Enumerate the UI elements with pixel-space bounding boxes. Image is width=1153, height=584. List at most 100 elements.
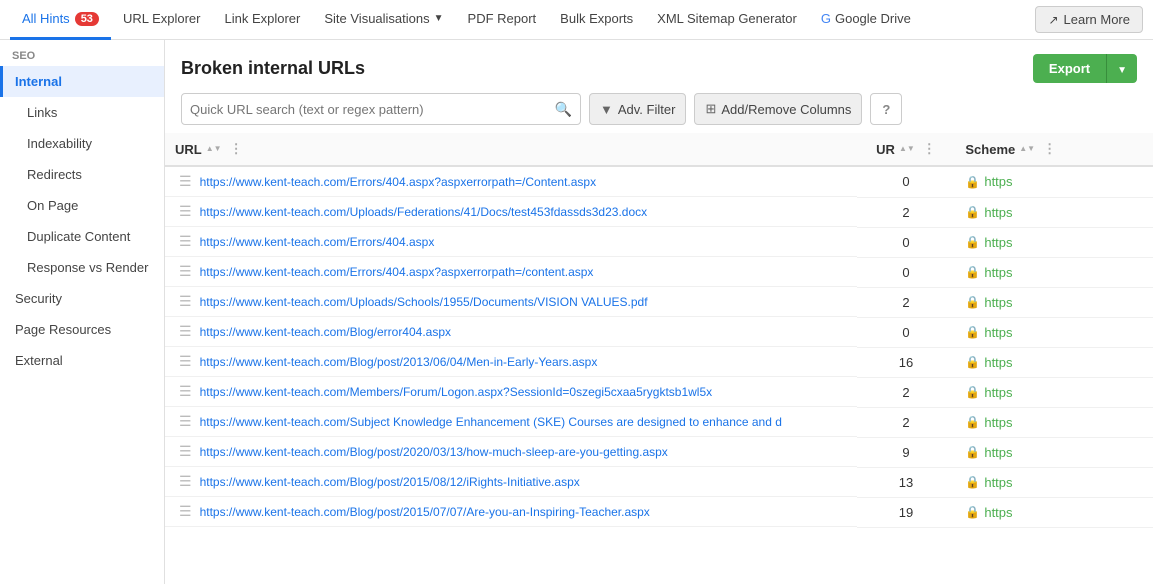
table-row: ☰ https://www.kent-teach.com/Errors/404.… — [165, 257, 1153, 287]
scheme-cell: 🔒 https — [955, 467, 1153, 497]
lock-icon: 🔒 — [965, 235, 980, 249]
sidebar-item-indexability[interactable]: Indexability — [0, 128, 164, 159]
row-menu-icon[interactable]: ☰ — [175, 173, 196, 190]
url-col-menu[interactable]: ⋮ — [230, 141, 243, 157]
col-header-scheme: Scheme ▲▼ ⋮ — [955, 133, 1153, 166]
sidebar-item-response-vs-render[interactable]: Response vs Render — [0, 252, 164, 283]
learn-more-label: Learn More — [1064, 12, 1130, 27]
tab-url-explorer[interactable]: URL Explorer — [111, 0, 213, 40]
row-menu-icon[interactable]: ☰ — [175, 443, 196, 460]
links-label: Links — [27, 105, 57, 120]
bulk-exports-label: Bulk Exports — [560, 11, 633, 26]
sort-icon-ur[interactable]: ▲▼ — [899, 145, 915, 153]
scheme-cell: 🔒 https — [955, 497, 1153, 527]
lock-icon: 🔒 — [965, 445, 980, 459]
url-value[interactable]: https://www.kent-teach.com/Uploads/Schoo… — [200, 295, 648, 309]
row-menu-icon[interactable]: ☰ — [175, 413, 196, 430]
tab-pdf-report[interactable]: PDF Report — [456, 0, 549, 40]
site-visualisations-label: Site Visualisations — [324, 11, 429, 26]
url-value[interactable]: https://www.kent-teach.com/Blog/post/201… — [200, 355, 598, 369]
url-value[interactable]: https://www.kent-teach.com/Uploads/Feder… — [200, 205, 648, 219]
adv-filter-button[interactable]: ▼ Adv. Filter — [589, 93, 686, 125]
url-value[interactable]: https://www.kent-teach.com/Blog/post/201… — [200, 475, 580, 489]
row-menu-icon[interactable]: ☰ — [175, 353, 196, 370]
url-cell: ☰ https://www.kent-teach.com/Errors/404.… — [165, 257, 857, 287]
export-button[interactable]: Export — [1033, 54, 1106, 83]
pdf-report-label: PDF Report — [468, 11, 537, 26]
search-input[interactable] — [190, 102, 551, 117]
url-value[interactable]: https://www.kent-teach.com/Blog/post/202… — [200, 445, 668, 459]
top-navigation: All Hints 53 URL Explorer Link Explorer … — [0, 0, 1153, 40]
url-cell: ☰ https://www.kent-teach.com/Blog/error4… — [165, 317, 857, 347]
add-remove-columns-label: Add/Remove Columns — [721, 102, 851, 117]
row-menu-icon[interactable]: ☰ — [175, 473, 196, 490]
tab-google-drive[interactable]: G Google Drive — [809, 0, 923, 40]
learn-more-button[interactable]: ↗ Learn More — [1035, 6, 1143, 33]
row-menu-icon[interactable]: ☰ — [175, 293, 196, 310]
sidebar-item-duplicate-content[interactable]: Duplicate Content — [0, 221, 164, 252]
lock-icon: 🔒 — [965, 205, 980, 219]
search-box: 🔍 — [181, 93, 581, 125]
url-cell: ☰ https://www.kent-teach.com/Uploads/Sch… — [165, 287, 857, 317]
row-menu-icon[interactable]: ☰ — [175, 323, 196, 340]
lock-icon: 🔒 — [965, 475, 980, 489]
sort-icon-scheme[interactable]: ▲▼ — [1019, 145, 1035, 153]
sidebar-item-external[interactable]: External — [0, 345, 164, 376]
chevron-down-icon: ▼ — [1117, 65, 1127, 76]
tab-bulk-exports[interactable]: Bulk Exports — [548, 0, 645, 40]
row-menu-icon[interactable]: ☰ — [175, 263, 196, 280]
scheme-value: https — [984, 505, 1012, 520]
add-remove-columns-button[interactable]: ⊞ Add/Remove Columns — [694, 93, 862, 125]
export-button-group: Export ▼ — [1033, 54, 1137, 83]
url-value[interactable]: https://www.kent-teach.com/Members/Forum… — [200, 385, 713, 399]
sidebar-section-seo: SEO — [0, 40, 164, 66]
table-row: ☰ https://www.kent-teach.com/Members/For… — [165, 377, 1153, 407]
tab-site-visualisations[interactable]: Site Visualisations ▼ — [312, 0, 455, 40]
row-menu-icon[interactable]: ☰ — [175, 203, 196, 220]
security-label: Security — [15, 291, 62, 306]
search-icon[interactable]: 🔍 — [555, 101, 572, 118]
export-dropdown-button[interactable]: ▼ — [1106, 54, 1137, 83]
col-header-ur: UR ▲▼ ⋮ — [857, 133, 956, 166]
url-value[interactable]: https://www.kent-teach.com/Subject Knowl… — [200, 415, 782, 429]
scheme-value: https — [984, 385, 1012, 400]
data-table: URL ▲▼ ⋮ UR ▲▼ ⋮ — [165, 133, 1153, 528]
ur-col-menu[interactable]: ⋮ — [923, 141, 936, 157]
row-menu-icon[interactable]: ☰ — [175, 503, 196, 520]
url-value[interactable]: https://www.kent-teach.com/Blog/error404… — [200, 325, 451, 339]
sidebar-item-internal[interactable]: Internal — [0, 66, 164, 97]
url-cell: ☰ https://www.kent-teach.com/Subject Kno… — [165, 407, 857, 437]
url-value[interactable]: https://www.kent-teach.com/Errors/404.as… — [200, 175, 597, 189]
url-cell: ☰ https://www.kent-teach.com/Blog/post/2… — [165, 497, 857, 527]
url-value[interactable]: https://www.kent-teach.com/Blog/post/201… — [200, 505, 650, 519]
ur-cell: 2 — [857, 377, 956, 407]
tab-link-explorer[interactable]: Link Explorer — [212, 0, 312, 40]
url-explorer-label: URL Explorer — [123, 11, 201, 26]
sidebar-item-on-page[interactable]: On Page — [0, 190, 164, 221]
scheme-value: https — [984, 295, 1012, 310]
url-cell: ☰ https://www.kent-teach.com/Members/For… — [165, 377, 857, 407]
xml-sitemap-generator-label: XML Sitemap Generator — [657, 11, 797, 26]
help-button[interactable]: ? — [870, 93, 902, 125]
sidebar-item-security[interactable]: Security — [0, 283, 164, 314]
url-value[interactable]: https://www.kent-teach.com/Errors/404.as… — [200, 235, 435, 249]
ur-cell: 0 — [857, 317, 956, 347]
row-menu-icon[interactable]: ☰ — [175, 383, 196, 400]
lock-icon: 🔒 — [965, 355, 980, 369]
sidebar-item-page-resources[interactable]: Page Resources — [0, 314, 164, 345]
ur-cell: 13 — [857, 467, 956, 497]
sort-icon-url[interactable]: ▲▼ — [206, 145, 222, 153]
tab-all-hints[interactable]: All Hints 53 — [10, 0, 111, 40]
scheme-col-menu[interactable]: ⋮ — [1043, 141, 1056, 157]
table-header-row: URL ▲▼ ⋮ UR ▲▼ ⋮ — [165, 133, 1153, 166]
sidebar-item-links[interactable]: Links — [0, 97, 164, 128]
indexability-label: Indexability — [27, 136, 92, 151]
tab-xml-sitemap-generator[interactable]: XML Sitemap Generator — [645, 0, 809, 40]
scheme-cell: 🔒 https — [955, 227, 1153, 257]
url-value[interactable]: https://www.kent-teach.com/Errors/404.as… — [200, 265, 594, 279]
row-menu-icon[interactable]: ☰ — [175, 233, 196, 250]
scheme-value: https — [984, 265, 1012, 280]
scheme-value: https — [984, 445, 1012, 460]
redirects-label: Redirects — [27, 167, 82, 182]
sidebar-item-redirects[interactable]: Redirects — [0, 159, 164, 190]
